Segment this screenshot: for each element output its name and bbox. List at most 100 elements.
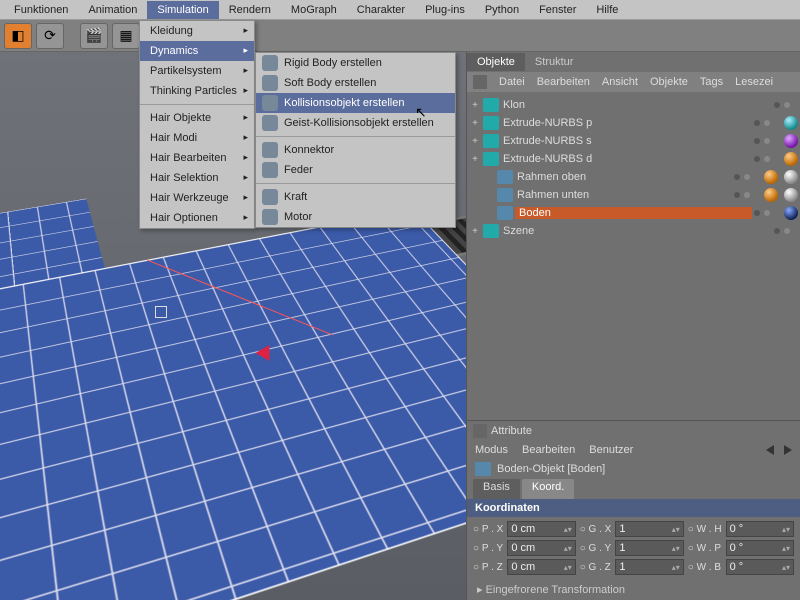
menu-item[interactable]: Soft Body erstellen: [256, 73, 455, 93]
menu-fenster[interactable]: Fenster: [529, 1, 586, 19]
menu-funktionen[interactable]: Funktionen: [4, 1, 78, 19]
tree-row[interactable]: +Klon: [469, 96, 798, 114]
omenu-item[interactable]: Tags: [700, 76, 723, 88]
menu-charakter[interactable]: Charakter: [347, 1, 415, 19]
attribute-panel: Attribute Modus Bearbeiten Benutzer Boden-…: [467, 420, 800, 600]
menu-item[interactable]: Hair Optionen▸: [140, 208, 254, 228]
menu-item[interactable]: Dynamics▸: [140, 41, 254, 61]
tree-row[interactable]: Rahmen unten: [469, 186, 798, 204]
tree-row[interactable]: +Extrude-NURBS s: [469, 132, 798, 150]
menu-hilfe[interactable]: Hilfe: [586, 1, 628, 19]
nav-prev-icon[interactable]: [766, 445, 774, 455]
right-panel-tabs[interactable]: ObjekteStruktur: [467, 52, 800, 72]
nav-next-icon[interactable]: [784, 445, 792, 455]
coord-input[interactable]: 0 cm▴▾: [507, 559, 575, 575]
coord-input[interactable]: 0 cm▴▾: [507, 540, 575, 556]
menu-item[interactable]: Kleidung▸: [140, 21, 254, 41]
menu-item[interactable]: Hair Werkzeuge▸: [140, 188, 254, 208]
menu-rendern[interactable]: Rendern: [219, 1, 281, 19]
menu-item[interactable]: Motor: [256, 207, 455, 227]
menu-item[interactable]: Feder: [256, 160, 455, 180]
menu-python[interactable]: Python: [475, 1, 529, 19]
attribute-tabs[interactable]: BasisKoord.: [467, 479, 800, 499]
menu-item[interactable]: Kraft: [256, 187, 455, 207]
coord-label: ○ W . H: [688, 524, 722, 535]
coordinate-grid: ○ P . X0 cm▴▾○ G . X1▴▾○ W . H0 °▴▾○ P .…: [467, 517, 800, 579]
object-tree[interactable]: +Klon+Extrude-NURBS p+Extrude-NURBS s+Ex…: [467, 92, 800, 420]
coord-input[interactable]: 0 °▴▾: [726, 559, 794, 575]
coord-label: ○ W . B: [688, 562, 722, 573]
object-title: Boden-Objekt [Boden]: [497, 463, 605, 475]
tree-row[interactable]: +Szene: [469, 222, 798, 240]
omenu-item[interactable]: Objekte: [650, 76, 688, 88]
coord-label: ○ G . X: [580, 524, 612, 535]
menu-item[interactable]: Hair Objekte▸: [140, 108, 254, 128]
material-sphere-icon[interactable]: [764, 188, 778, 202]
coord-input[interactable]: 1▴▾: [615, 521, 683, 537]
menu-item[interactable]: Kollisionsobjekt erstellen: [256, 93, 455, 113]
attrmenu-item[interactable]: Benutzer: [589, 444, 633, 456]
menu-item[interactable]: Hair Selektion▸: [140, 168, 254, 188]
material-sphere-icon[interactable]: [784, 188, 798, 202]
menu-item[interactable]: Konnektor: [256, 140, 455, 160]
group-header: Koordinaten: [467, 499, 800, 517]
tool-cube-icon[interactable]: ◧: [4, 23, 32, 49]
attrmenu-item[interactable]: Modus: [475, 444, 508, 456]
dynamics-submenu[interactable]: Rigid Body erstellenSoft Body erstellenK…: [255, 52, 456, 228]
frozen-transform-fold[interactable]: Eingefrorene Transformation: [467, 579, 800, 600]
coord-label: ○ G . Y: [580, 543, 612, 554]
menu-plug-ins[interactable]: Plug-ins: [415, 1, 475, 19]
omenu-item[interactable]: Ansicht: [602, 76, 638, 88]
menu-item[interactable]: Hair Bearbeiten▸: [140, 148, 254, 168]
grip-icon: [473, 424, 487, 438]
coord-label: ○ W . P: [688, 543, 722, 554]
coord-input[interactable]: 1▴▾: [615, 540, 683, 556]
attribute-title: Attribute: [491, 425, 532, 437]
object-manager-menu[interactable]: Datei Bearbeiten Ansicht Objekte Tags Lesezei: [467, 72, 800, 92]
tree-row[interactable]: Boden: [469, 204, 798, 222]
coord-label: ○ P . Z: [473, 562, 503, 573]
coord-label: ○ P . Y: [473, 543, 503, 554]
tree-row[interactable]: +Extrude-NURBS d: [469, 150, 798, 168]
material-sphere-icon[interactable]: [784, 206, 798, 220]
coord-label: ○ P . X: [473, 524, 503, 535]
menu-item[interactable]: Thinking Particles▸: [140, 81, 254, 101]
menu-item[interactable]: Hair Modi▸: [140, 128, 254, 148]
tab-objekte[interactable]: Objekte: [467, 53, 525, 71]
menu-item[interactable]: Rigid Body erstellen: [256, 53, 455, 73]
attribute-menu[interactable]: Modus Bearbeiten Benutzer: [467, 441, 800, 459]
toolbar: ◧ ⟳ 🎬 ▦ ☰: [0, 20, 800, 52]
tool-render-icon[interactable]: ▦: [112, 23, 140, 49]
object-icon: [475, 462, 491, 476]
axis-gizmo-icon[interactable]: [155, 306, 167, 318]
simulation-menu[interactable]: Kleidung▸Dynamics▸Partikelsystem▸Thinkin…: [139, 20, 255, 229]
material-sphere-icon[interactable]: [784, 170, 798, 184]
coord-input[interactable]: 1▴▾: [615, 559, 683, 575]
menu-mograph[interactable]: MoGraph: [281, 1, 347, 19]
coord-input[interactable]: 0 cm▴▾: [507, 521, 575, 537]
material-sphere-icon[interactable]: [784, 116, 798, 130]
material-sphere-icon[interactable]: [784, 152, 798, 166]
tree-row[interactable]: +Extrude-NURBS p: [469, 114, 798, 132]
coord-label: ○ G . Z: [580, 562, 612, 573]
grip-icon: [473, 75, 487, 89]
menu-animation[interactable]: Animation: [78, 1, 147, 19]
tab-struktur[interactable]: Struktur: [525, 53, 584, 71]
attr-tab[interactable]: Koord.: [522, 479, 574, 499]
menu-simulation[interactable]: Simulation: [147, 1, 218, 19]
omenu-item[interactable]: Bearbeiten: [537, 76, 590, 88]
tree-row[interactable]: Rahmen oben: [469, 168, 798, 186]
material-sphere-icon[interactable]: [784, 134, 798, 148]
attrmenu-item[interactable]: Bearbeiten: [522, 444, 575, 456]
omenu-item[interactable]: Lesezei: [735, 76, 773, 88]
coord-input[interactable]: 0 °▴▾: [726, 540, 794, 556]
tool-clapper-icon[interactable]: 🎬: [80, 23, 108, 49]
menu-item[interactable]: Partikelsystem▸: [140, 61, 254, 81]
omenu-item[interactable]: Datei: [499, 76, 525, 88]
material-sphere-icon[interactable]: [764, 170, 778, 184]
coord-input[interactable]: 0 °▴▾: [726, 521, 794, 537]
attr-tab[interactable]: Basis: [473, 479, 520, 499]
menubar[interactable]: FunktionenAnimationSimulationRendernMoGr…: [0, 0, 800, 20]
tool-rotate-icon[interactable]: ⟳: [36, 23, 64, 49]
menu-item[interactable]: Geist-Kollisionsobjekt erstellen: [256, 113, 455, 133]
